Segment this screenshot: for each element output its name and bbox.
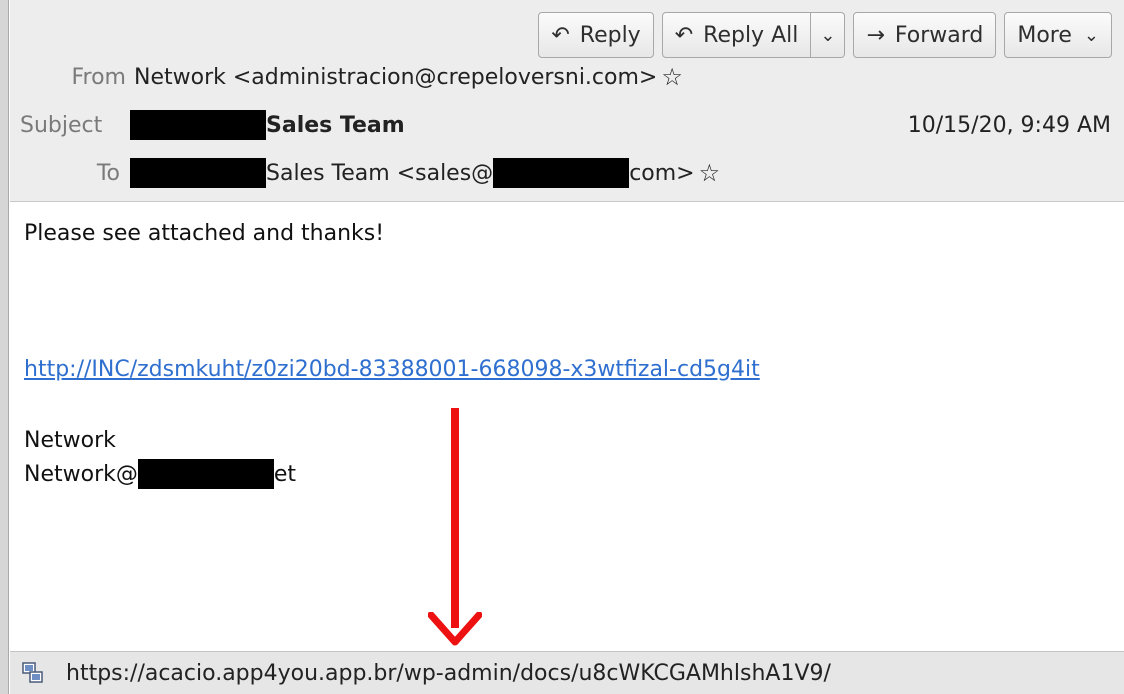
subject-text: Sales Team xyxy=(266,112,405,138)
more-button[interactable]: More ⌄ xyxy=(1004,12,1112,58)
redaction-bar xyxy=(130,110,266,140)
chevron-down-icon: ⌄ xyxy=(820,24,836,46)
message-date: 10/15/20, 9:49 AM xyxy=(907,113,1111,138)
red-arrow-shaft xyxy=(451,408,459,628)
from-row: From Network <administracion@crepelovers… xyxy=(48,63,683,91)
message-body: Please see attached and thanks! http://I… xyxy=(10,203,1124,651)
star-icon[interactable]: ☆ xyxy=(699,159,721,187)
message-header: ↶ Reply ↶ Reply All ⌄ → Forward More ⌄ F… xyxy=(10,0,1124,202)
more-button-label: More xyxy=(1017,22,1072,48)
redaction-bar xyxy=(137,459,274,489)
signature-name: Network xyxy=(24,428,116,453)
to-address-end[interactable]: com> xyxy=(629,161,694,186)
forward-icon: → xyxy=(866,22,885,48)
to-label: To xyxy=(96,160,120,186)
body-link[interactable]: http://INC/zdsmkuht/z0zi20bd-83388001-66… xyxy=(24,357,760,382)
from-label: From xyxy=(71,64,126,90)
reply-all-group: ↶ Reply All ⌄ xyxy=(661,12,846,58)
reply-button-label: Reply xyxy=(579,22,641,48)
reply-all-icon: ↶ xyxy=(674,22,694,48)
signature-email: Network@ et xyxy=(24,459,296,489)
reply-icon: ↶ xyxy=(551,22,570,48)
red-arrow-head-icon xyxy=(428,612,482,646)
signature-email-prefix: Network@ xyxy=(24,461,138,487)
reply-all-dropdown-button[interactable]: ⌄ xyxy=(811,12,846,58)
redaction-bar xyxy=(130,158,266,188)
star-icon[interactable]: ☆ xyxy=(661,63,683,91)
from-address[interactable]: Network <administracion@crepeloversni.co… xyxy=(134,65,657,90)
message-toolbar: ↶ Reply ↶ Reply All ⌄ → Forward More ⌄ xyxy=(538,12,1112,58)
signature-email-suffix: et xyxy=(273,461,297,487)
network-icon xyxy=(22,662,43,683)
reply-button[interactable]: ↶ Reply xyxy=(538,12,654,58)
status-bar: https://acacio.app4you.app.br/wp-admin/d… xyxy=(10,651,1124,694)
status-url: https://acacio.app4you.app.br/wp-admin/d… xyxy=(66,660,831,686)
subject-row: Subject Sales Team xyxy=(20,110,405,140)
forward-button-label: Forward xyxy=(894,22,984,48)
reply-all-button-label: Reply All xyxy=(703,22,799,48)
forward-button[interactable]: → Forward xyxy=(853,12,997,58)
window-left-edge xyxy=(0,0,9,694)
chevron-down-icon: ⌄ xyxy=(1083,24,1099,46)
to-row: To Sales Team <sales@ com> ☆ xyxy=(80,158,720,188)
subject-label: Subject xyxy=(20,112,103,138)
reply-all-button[interactable]: ↶ Reply All xyxy=(661,12,812,58)
email-window: ↶ Reply ↶ Reply All ⌄ → Forward More ⌄ F… xyxy=(0,0,1124,694)
redaction-bar xyxy=(493,158,630,188)
to-address-start[interactable]: Sales Team <sales@ xyxy=(266,161,493,186)
body-line: Please see attached and thanks! xyxy=(24,221,385,246)
